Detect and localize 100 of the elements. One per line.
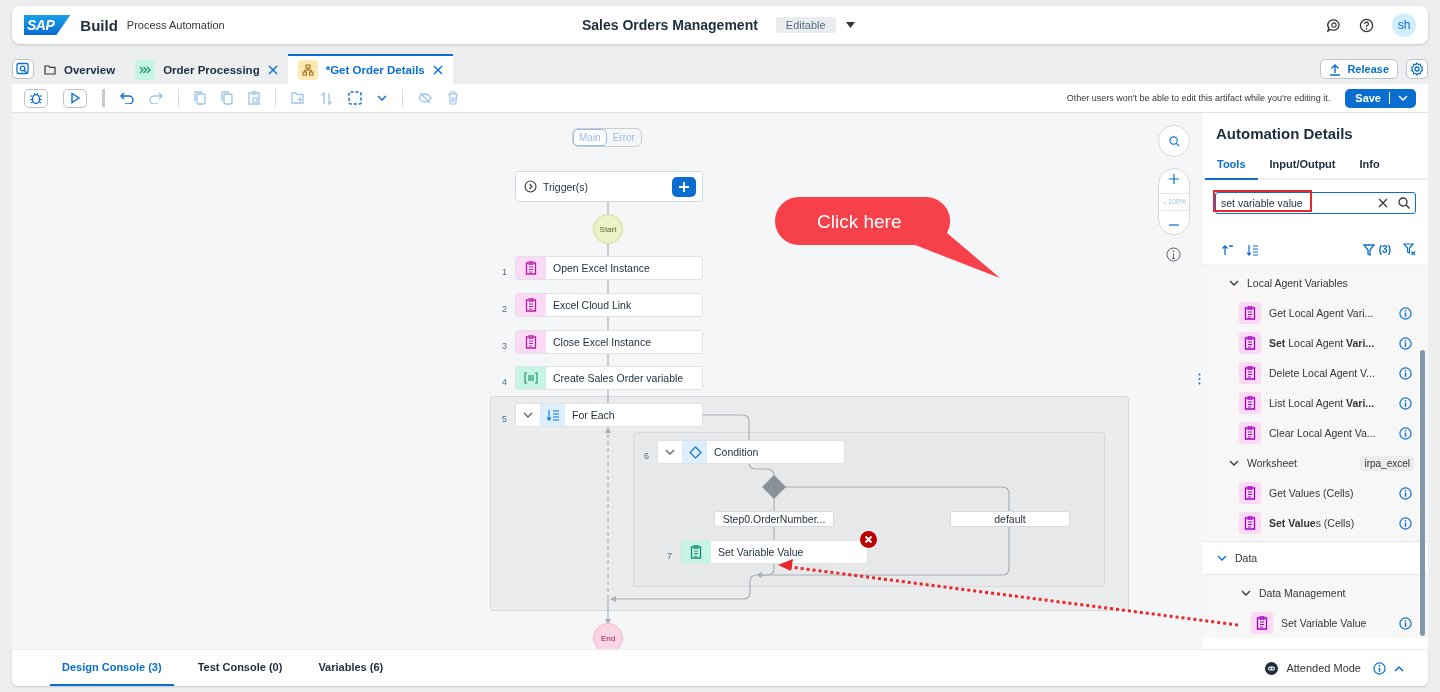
editor-tab[interactable]: Overview xyxy=(34,54,126,84)
tool-label[interactable]: Get Values (Cells) xyxy=(1269,487,1391,499)
settings-button[interactable] xyxy=(1406,59,1428,79)
clipboard-icon xyxy=(1244,306,1256,320)
tool-label[interactable]: Clear Local Agent Va... xyxy=(1269,427,1391,439)
group-header[interactable]: Local Agent Variables xyxy=(1229,277,1348,289)
help-icon[interactable] xyxy=(1359,17,1374,33)
caret-icon xyxy=(1398,94,1408,102)
step-number: 1 xyxy=(502,267,507,277)
info-icon[interactable] xyxy=(1399,396,1412,410)
tool-label[interactable]: Get Local Agent Vari... xyxy=(1269,307,1391,319)
step-node[interactable]: Create Sales Order variable xyxy=(515,366,703,390)
info-icon[interactable] xyxy=(1399,366,1412,380)
run-button[interactable] xyxy=(63,88,87,108)
group-header[interactable]: Data Management xyxy=(1241,587,1346,599)
caret-up-icon[interactable] xyxy=(1394,664,1404,672)
clipboard-icon xyxy=(1244,516,1256,530)
clipboard-icon xyxy=(525,335,537,349)
step-number: 2 xyxy=(502,304,507,314)
tool-label[interactable]: Delete Local Agent V... xyxy=(1269,367,1391,379)
zoom-in-icon[interactable] xyxy=(1169,173,1179,184)
step-node[interactable]: Excel Cloud Link xyxy=(515,293,703,317)
clipboard-icon xyxy=(525,261,537,275)
step-number: 5 xyxy=(502,414,507,424)
info-icon[interactable] xyxy=(1166,247,1181,262)
mode-label: Attended Mode xyxy=(1286,662,1361,674)
clipboard-icon xyxy=(1244,426,1256,440)
step-node[interactable]: Open Excel Instance xyxy=(515,256,703,280)
info-icon[interactable] xyxy=(1399,426,1412,440)
process-icon xyxy=(135,60,156,80)
library-tag: irpa_excel xyxy=(1360,455,1414,471)
settings-icon xyxy=(1410,62,1424,76)
search-field[interactable]: set variable value xyxy=(1215,192,1416,214)
info-icon[interactable] xyxy=(1399,306,1412,320)
clear-filter-icon[interactable] xyxy=(1403,243,1416,256)
search-input[interactable]: set variable value xyxy=(1221,197,1368,209)
select-icon[interactable] xyxy=(348,91,362,105)
folder-icon xyxy=(44,65,56,75)
clipboard-icon xyxy=(1244,336,1256,350)
close-icon[interactable] xyxy=(432,65,443,75)
panel-title: Automation Details xyxy=(1215,124,1354,142)
product-subtitle: Process Automation xyxy=(126,19,225,31)
upload-icon xyxy=(1329,62,1342,76)
search-tabs-button[interactable] xyxy=(12,59,34,79)
editor-tab[interactable]: Order Processing xyxy=(125,54,288,84)
branch-label: Step0.OrderNumber... xyxy=(714,511,834,527)
dropdown-icon[interactable] xyxy=(845,22,855,28)
user-avatar[interactable]: sh xyxy=(1392,13,1416,37)
save-button[interactable]: Save xyxy=(1345,88,1416,108)
console-tab[interactable]: Variables (6) xyxy=(306,650,396,686)
info-icon[interactable] xyxy=(1399,616,1412,630)
loop-icon xyxy=(546,409,560,421)
clipboard-icon xyxy=(1244,366,1256,380)
trigger-icon xyxy=(524,180,537,193)
close-icon[interactable] xyxy=(267,65,278,75)
tool-label[interactable]: Set Values (Cells) xyxy=(1269,517,1391,529)
info-icon[interactable] xyxy=(1399,516,1412,530)
add-trigger-button[interactable] xyxy=(672,176,696,197)
filter-button[interactable]: (3) xyxy=(1362,243,1391,256)
group-header[interactable]: Worksheet xyxy=(1229,457,1297,469)
search-icon[interactable] xyxy=(1398,197,1410,209)
panel-tab[interactable]: Input/Output xyxy=(1257,158,1348,180)
zoom-search-button[interactable] xyxy=(1158,125,1190,157)
tool-label[interactable]: List Local Agent Vari... xyxy=(1269,397,1391,409)
clipboard-icon xyxy=(1244,396,1256,410)
panel-tab[interactable]: Tools xyxy=(1205,158,1258,180)
search-icon xyxy=(16,62,30,76)
robot-icon xyxy=(1265,661,1279,675)
sort-descending-icon[interactable] xyxy=(1246,243,1259,256)
trigger-node[interactable]: Trigger(s) xyxy=(515,171,703,202)
step-node[interactable]: Condition xyxy=(657,440,845,464)
debug-button[interactable] xyxy=(24,88,48,108)
filter-icon xyxy=(1362,243,1375,256)
start-node: Start xyxy=(593,214,623,244)
resize-handle[interactable] xyxy=(1198,373,1201,385)
plus-icon xyxy=(678,180,690,193)
editor-tab[interactable]: *Get Order Details xyxy=(287,54,453,84)
status-tag: Editable xyxy=(775,17,836,33)
tool-label[interactable]: Set Variable Value xyxy=(1281,617,1391,629)
info-icon[interactable] xyxy=(1373,661,1386,675)
step-node[interactable]: Set Variable Value xyxy=(680,540,868,564)
sort-ascending-icon[interactable] xyxy=(1221,243,1234,256)
clipboard-icon xyxy=(690,545,702,559)
release-button[interactable]: Release xyxy=(1320,59,1398,79)
step-node[interactable]: For Each xyxy=(515,403,703,427)
play-icon xyxy=(69,92,81,104)
console-tab[interactable]: Design Console (3) xyxy=(50,650,174,686)
feedback-icon[interactable] xyxy=(1326,17,1341,33)
end-node: End xyxy=(593,623,623,649)
tool-label[interactable]: Set Local Agent Vari... xyxy=(1269,337,1391,349)
panel-tab[interactable]: Info xyxy=(1347,158,1392,180)
undo-icon[interactable] xyxy=(120,92,134,104)
scrollbar[interactable] xyxy=(1420,350,1425,636)
info-icon[interactable] xyxy=(1399,336,1412,350)
console-tab[interactable]: Test Console (0) xyxy=(185,650,295,686)
branch-label: default xyxy=(950,511,1070,527)
clear-icon[interactable] xyxy=(1378,198,1388,208)
step-node[interactable]: Close Excel Instance xyxy=(515,330,703,354)
hierarchy-icon xyxy=(297,60,318,80)
info-icon[interactable] xyxy=(1399,486,1412,500)
